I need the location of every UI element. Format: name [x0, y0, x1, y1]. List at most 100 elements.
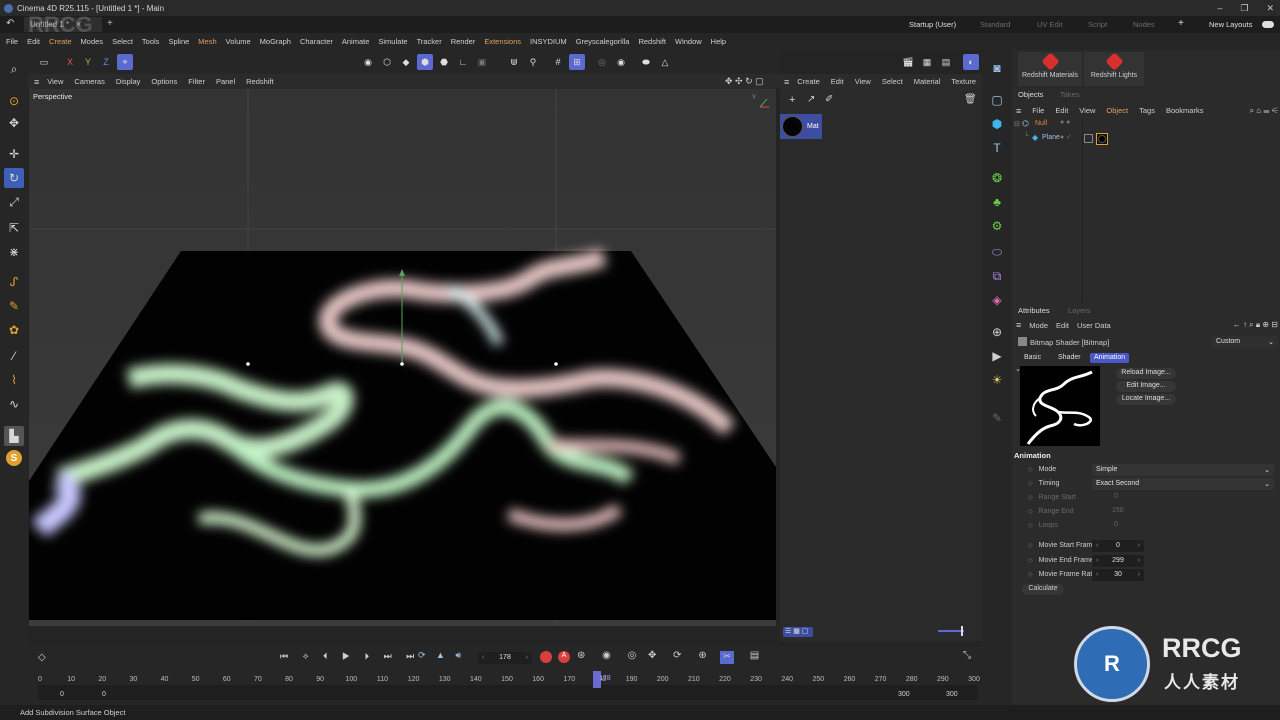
- timeline-expand-icon[interactable]: ⤡: [963, 650, 971, 661]
- z-axis-lock[interactable]: Z: [98, 54, 114, 70]
- align-workplane-icon[interactable]: △: [657, 54, 673, 70]
- subtab-basic[interactable]: Basic: [1020, 353, 1045, 363]
- autokey-button[interactable]: A: [558, 651, 570, 663]
- tab-takes[interactable]: Takes: [1060, 90, 1080, 99]
- obj-menu-tags[interactable]: Tags: [1139, 106, 1155, 115]
- cube-icon[interactable]: ⬢: [987, 114, 1007, 134]
- attributes-nav-icons[interactable]: ← ↑ ⌕ 🔒︎ ⊕ ⊟: [1233, 320, 1278, 330]
- spline-smooth-icon[interactable]: ✿: [4, 320, 24, 340]
- key-mode-icon[interactable]: ◇: [38, 652, 46, 663]
- attributes-mode-select[interactable]: Custom ⌄: [1212, 336, 1278, 348]
- material-hamburger-icon[interactable]: ≡: [784, 77, 789, 87]
- menu-mesh[interactable]: Mesh: [198, 37, 216, 46]
- sculpt-icon[interactable]: ∿: [4, 394, 24, 414]
- menu-simulate[interactable]: Simulate: [378, 37, 407, 46]
- delete-material-icon[interactable]: 🗑︎: [964, 94, 977, 105]
- eyedropper-icon[interactable]: ✐: [825, 94, 833, 105]
- light-icon[interactable]: ☀: [987, 370, 1007, 390]
- obj-menu-object[interactable]: Object: [1106, 106, 1128, 115]
- viewport-menu-display[interactable]: Display: [116, 77, 141, 86]
- edges-mode-icon[interactable]: ⬡: [379, 54, 395, 70]
- subtab-shader[interactable]: Shader: [1054, 353, 1085, 363]
- layout-script[interactable]: Script: [1088, 17, 1107, 32]
- edit-image-button[interactable]: Edit Image...: [1116, 381, 1176, 392]
- search-icon[interactable]: ⌕: [4, 59, 24, 79]
- texture-mode-icon[interactable]: ⬣: [436, 54, 452, 70]
- floor-icon[interactable]: ▙: [4, 426, 24, 446]
- tab-attributes[interactable]: Attributes: [1018, 306, 1050, 315]
- field-icon[interactable]: ⬭: [987, 242, 1007, 262]
- lock-workplane-icon[interactable]: ⬬: [638, 54, 654, 70]
- menu-modes[interactable]: Modes: [81, 37, 104, 46]
- layout-uv-edit[interactable]: UV Edit: [1037, 17, 1062, 32]
- movie-end-frame-input[interactable]: ‹ 299 ›: [1092, 555, 1144, 567]
- plane-visibility-icon[interactable]: ● ✓: [1060, 133, 1072, 141]
- zoom-slider-handle[interactable]: [961, 626, 963, 636]
- obj-menu-bookmarks[interactable]: Bookmarks: [1166, 106, 1204, 115]
- menu-window[interactable]: Window: [675, 37, 702, 46]
- volume-icon[interactable]: ⧉: [987, 266, 1007, 286]
- mat-menu-texture[interactable]: Texture: [951, 77, 976, 86]
- brush-icon[interactable]: ⁄: [4, 346, 24, 366]
- calculate-button[interactable]: Calculate: [1022, 584, 1064, 595]
- attr-menu-edit[interactable]: Edit: [1056, 321, 1069, 330]
- tweak-mode-icon[interactable]: ▣: [474, 54, 490, 70]
- reload-image-button[interactable]: Reload Image...: [1116, 368, 1176, 379]
- viewport-nav-icons[interactable]: ✥ ✣ ↻ ▢: [725, 76, 764, 87]
- points-mode-icon[interactable]: ◉: [360, 54, 376, 70]
- pen-spline-icon[interactable]: ᔑ: [4, 272, 24, 292]
- mograph-icon[interactable]: ◈: [987, 290, 1007, 310]
- 3d-viewport[interactable]: Y Perspective: [29, 89, 776, 626]
- attr-menu-mode[interactable]: Mode: [1029, 321, 1048, 330]
- move-icon[interactable]: ✛: [4, 144, 24, 164]
- model-mode-icon[interactable]: ⬢: [417, 54, 433, 70]
- attributes-hamburger-icon[interactable]: ≡: [1016, 320, 1021, 330]
- mirror-icon[interactable]: ◎: [594, 54, 610, 70]
- menu-help[interactable]: Help: [711, 37, 726, 46]
- close-button[interactable]: ✕: [1266, 3, 1274, 14]
- camera-icon[interactable]: ▶: [987, 346, 1007, 366]
- menu-extensions[interactable]: Extensions: [484, 37, 521, 46]
- keyframe-tools[interactable]: ⊛ ◉ ◎: [577, 650, 643, 661]
- menu-select[interactable]: Select: [112, 37, 133, 46]
- minimize-button[interactable]: –: [1217, 3, 1222, 13]
- mat-menu-edit[interactable]: Edit: [831, 77, 844, 86]
- transfer-icon[interactable]: ⇱: [4, 218, 24, 238]
- workplane-snap-icon[interactable]: ⊞: [569, 54, 585, 70]
- menu-tracker[interactable]: Tracker: [417, 37, 442, 46]
- key-track-tools[interactable]: ✥ ⟳ ⊕ ▦ ▤: [648, 650, 766, 661]
- add-material-icon[interactable]: +: [789, 94, 795, 106]
- phong-tag-icon[interactable]: [1084, 134, 1093, 143]
- playback-controls[interactable]: ⏮ ⟡ ⏴ ▶ ⏵ ⏭ ⏭: [280, 651, 420, 662]
- menu-greyscalegorilla[interactable]: Greyscalegorilla: [576, 37, 630, 46]
- timeline-settings-button[interactable]: ✂: [720, 651, 734, 664]
- maximize-button[interactable]: ❐: [1240, 3, 1248, 14]
- subdivision-icon[interactable]: ❂: [987, 168, 1007, 188]
- movie-frame-rate-input[interactable]: ‹ 30 ›: [1092, 569, 1144, 581]
- movie-start-frame-input[interactable]: ‹ 0 ›: [1092, 540, 1144, 552]
- menu-tools[interactable]: Tools: [142, 37, 160, 46]
- viewport-hamburger-icon[interactable]: ≡: [34, 77, 39, 87]
- menu-file[interactable]: File: [6, 37, 18, 46]
- layout-nodes[interactable]: Nodes: [1133, 17, 1155, 32]
- render-settings-icon[interactable]: ▤: [938, 54, 954, 70]
- material-tag[interactable]: [1096, 133, 1108, 145]
- menu-render[interactable]: Render: [451, 37, 476, 46]
- menu-animate[interactable]: Animate: [342, 37, 370, 46]
- redshift-renderview-icon[interactable]: ◐: [963, 54, 979, 70]
- y-axis-lock[interactable]: Y: [80, 54, 96, 70]
- rotate-icon[interactable]: ↻: [4, 168, 24, 188]
- tree-item-plane[interactable]: └ ◆ Plane ● ✓: [1012, 132, 1280, 146]
- paint-icon[interactable]: ✎: [987, 408, 1007, 428]
- mat-menu-material[interactable]: Material: [914, 77, 941, 86]
- obj-menu-edit[interactable]: Edit: [1055, 106, 1068, 115]
- view-object-icon[interactable]: ◙: [987, 58, 1007, 78]
- menu-redshift[interactable]: Redshift: [638, 37, 666, 46]
- tree-item-null[interactable]: ⊟ ⌬ Null ● ●: [1012, 118, 1280, 132]
- start-frame-value[interactable]: 0: [60, 691, 64, 698]
- subtab-animation[interactable]: Animation: [1090, 353, 1130, 363]
- scale-icon[interactable]: ⤢: [4, 192, 24, 212]
- deformer-icon[interactable]: ⚙: [987, 216, 1007, 236]
- undo-icon[interactable]: ↶: [6, 18, 14, 29]
- layout-toggle[interactable]: [1262, 21, 1274, 28]
